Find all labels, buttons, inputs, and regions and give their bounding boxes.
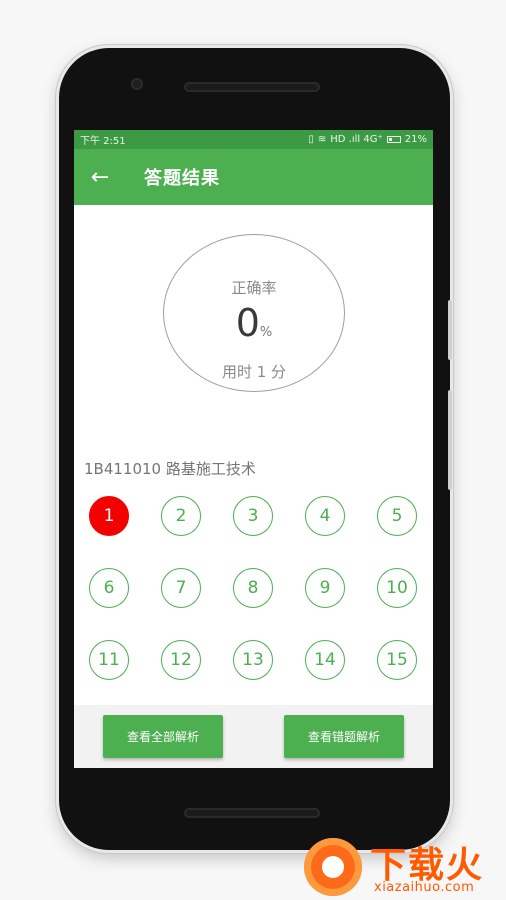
app-screen: 下午 2:51 ▯ ≋ HD .ıll 4G⁺ 21% ← 答题结果 正确率 0…: [74, 130, 433, 768]
question-number-button[interactable]: 9: [305, 568, 345, 608]
question-number-button[interactable]: 15: [377, 640, 417, 680]
status-time: 下午 2:51: [80, 136, 126, 147]
question-number-button[interactable]: 5: [377, 496, 417, 536]
status-bar: 下午 2:51 ▯ ≋ HD .ıll 4G⁺ 21%: [74, 130, 433, 149]
app-toolbar: ← 答题结果: [74, 149, 433, 205]
network-indicator: HD .ıll 4G⁺: [330, 134, 383, 145]
question-number-button[interactable]: 12: [161, 640, 201, 680]
view-wrong-analysis-button[interactable]: 查看错题解析: [284, 715, 404, 758]
phone-side-button: [448, 390, 452, 490]
question-number-button[interactable]: 2: [161, 496, 201, 536]
question-number-button[interactable]: 7: [161, 568, 201, 608]
accuracy-value: 0%: [164, 301, 344, 345]
flame-logo-icon: [304, 838, 362, 896]
question-number-button[interactable]: 6: [89, 568, 129, 608]
back-button[interactable]: ←: [74, 149, 126, 205]
section-title: 1B411010 路基施工技术: [84, 460, 256, 478]
wifi-icon: ≋: [317, 134, 327, 145]
top-speaker: [184, 82, 320, 92]
battery-icon: [386, 136, 401, 143]
battery-percent: 21%: [404, 134, 427, 145]
status-icons: ▯ ≋ HD .ıll 4G⁺ 21%: [308, 134, 427, 145]
watermark-logo: 下载火 xiazaihuo.com: [298, 834, 506, 900]
accuracy-number: 0: [235, 301, 260, 345]
accuracy-label: 正确率: [231, 279, 277, 297]
bottom-speaker: [184, 808, 320, 818]
question-number-button[interactable]: 4: [305, 496, 345, 536]
watermark-domain: xiazaihuo.com: [374, 880, 475, 895]
question-number-button[interactable]: 11: [89, 640, 129, 680]
view-all-analysis-button[interactable]: 查看全部解析: [103, 715, 223, 758]
accuracy-unit: %: [259, 325, 273, 340]
bottom-action-bar: 查看全部解析 查看错题解析: [74, 705, 433, 768]
phone-side-button: [448, 300, 452, 360]
vibrate-icon: ▯: [308, 134, 314, 145]
page-title: 答题结果: [144, 168, 220, 189]
question-number-button[interactable]: 10: [377, 568, 417, 608]
question-number-button[interactable]: 8: [233, 568, 273, 608]
time-used-label: 用时 1 分: [221, 363, 287, 381]
question-number-button[interactable]: 13: [233, 640, 273, 680]
front-camera: [131, 78, 143, 90]
question-number-button[interactable]: 1: [89, 496, 129, 536]
result-circle: 正确率 0% 用时 1 分: [163, 234, 345, 392]
arrow-left-icon: ←: [90, 164, 110, 190]
question-number-button[interactable]: 3: [233, 496, 273, 536]
question-number-button[interactable]: 14: [305, 640, 345, 680]
